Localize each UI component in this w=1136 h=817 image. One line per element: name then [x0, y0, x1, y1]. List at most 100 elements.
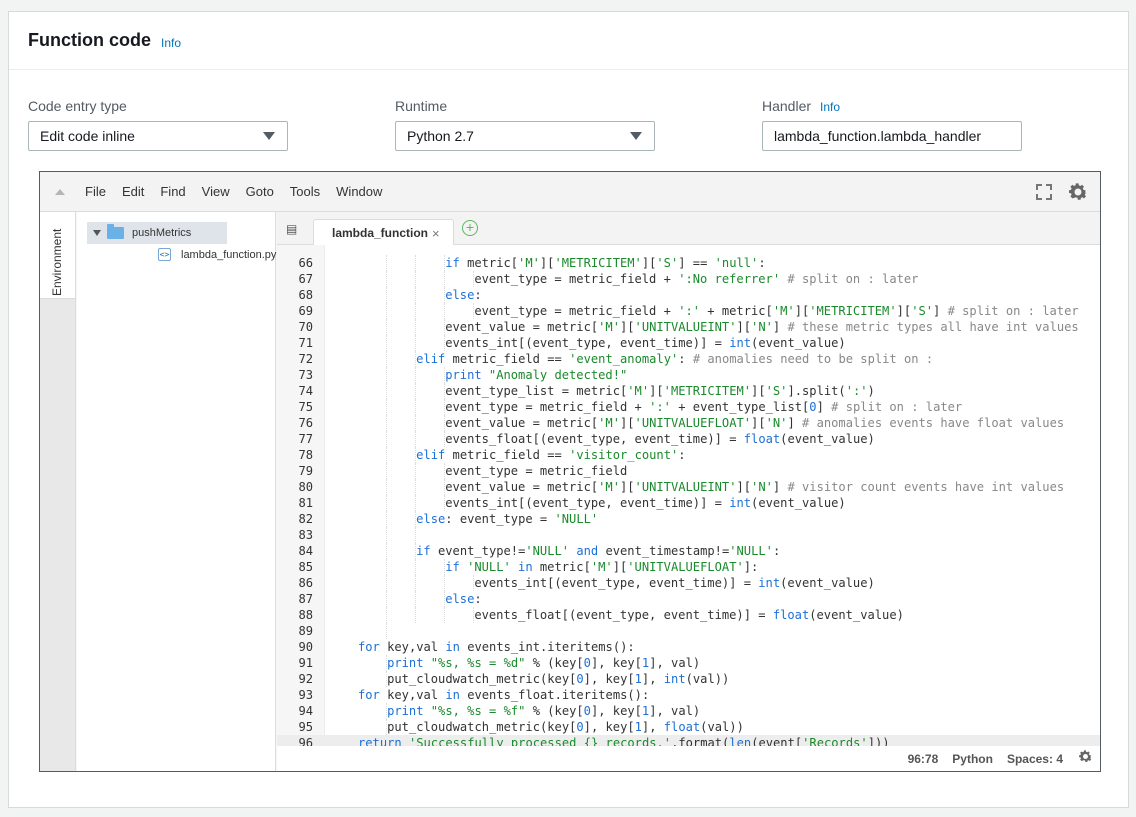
indent-guide [386, 607, 388, 623]
code-text: events_float[(event_type, event_time)] =… [445, 432, 875, 446]
code-line[interactable]: 72 elif metric_field == 'event_anomaly': … [277, 351, 1100, 367]
menu-file[interactable]: File [85, 184, 106, 199]
tab-lambda-function[interactable]: lambda_function × [313, 219, 454, 246]
code-line[interactable]: 89 [277, 623, 1100, 639]
code-text: print "Anomaly detected!" [445, 368, 628, 382]
environment-tab[interactable]: Environment [40, 212, 76, 299]
indent-guide [386, 271, 388, 287]
code-line[interactable]: 77 events_float[(event_type, event_time)]… [277, 431, 1100, 447]
indent-guide [415, 335, 417, 351]
menu-edit[interactable]: Edit [122, 184, 144, 199]
line-number: 69 [298, 304, 313, 318]
panel-header: Function code Info [9, 12, 1128, 70]
add-tab-icon[interactable]: + [462, 220, 478, 236]
gear-icon[interactable] [1066, 180, 1090, 209]
code-line[interactable]: 66 if metric['M']['METRICITEM']['S'] == '… [277, 255, 1100, 271]
code-text: else: event_type = 'NULL' [416, 512, 599, 526]
code-line[interactable]: 81 events_int[(event_type, event_time)] =… [277, 495, 1100, 511]
handler-label-row: Handler Info [762, 98, 1022, 114]
indent-setting[interactable]: Spaces: 4 [1007, 752, 1063, 766]
code-line[interactable]: 75 event_type = metric_field + ':' + even… [277, 399, 1100, 415]
code-entry-type-select[interactable]: Edit code inline [28, 121, 288, 151]
code-line[interactable]: 68 else: [277, 287, 1100, 303]
menu-window[interactable]: Window [336, 184, 382, 199]
code-text: events_int[(event_type, event_time)] = i… [445, 336, 846, 350]
tree-folder-pushmetrics[interactable]: pushMetrics [87, 222, 227, 244]
code-text: put_cloudwatch_metric(key[0], key[1], fl… [387, 720, 744, 734]
runtime-select[interactable]: Python 2.7 [395, 121, 655, 151]
handler-input[interactable]: lambda_function.lambda_handler [762, 121, 1022, 151]
code-line[interactable]: 95 put_cloudwatch_metric(key[0], key[1], … [277, 719, 1100, 735]
code-editor[interactable]: 66 if metric['M']['METRICITEM']['S'] == '… [277, 245, 1100, 771]
indent-guide [415, 303, 417, 319]
indent-guide [415, 399, 417, 415]
close-icon[interactable]: × [432, 226, 440, 241]
code-line[interactable]: 94 print "%s, %s = %f" % (key[0], key[1],… [277, 703, 1100, 719]
tab-list-icon[interactable]: ▤ [286, 222, 297, 236]
gear-icon[interactable] [1077, 748, 1094, 770]
code-text: events_int[(event_type, event_time)] = i… [474, 576, 875, 590]
line-number: 86 [298, 576, 313, 590]
code-line[interactable]: 87 else: [277, 591, 1100, 607]
indent-guide [444, 303, 446, 319]
indent-guide [386, 623, 388, 639]
code-entry-type-field: Code entry type Edit code inline [28, 98, 288, 151]
info-link[interactable]: Info [161, 36, 181, 50]
runtime-label: Runtime [395, 98, 448, 114]
code-lines: 66 if metric['M']['METRICITEM']['S'] == '… [277, 255, 1100, 751]
tree-file-lambda-function[interactable]: <> lambda_function.py [158, 248, 276, 261]
code-line[interactable]: 74 event_type_list = metric['M']['METRICI… [277, 383, 1100, 399]
indent-guide [444, 271, 446, 287]
code-line[interactable]: 76 event_value = metric['M']['UNITVALUEFL… [277, 415, 1100, 431]
indent-guide [386, 575, 388, 591]
expand-arrow-icon[interactable] [93, 230, 101, 236]
line-number: 92 [298, 672, 313, 686]
code-text: else: [445, 288, 482, 302]
indent-guide [415, 591, 417, 607]
panel-title: Function code [28, 30, 151, 50]
code-line[interactable]: 85 if 'NULL' in metric['M']['UNITVALUEFLO… [277, 559, 1100, 575]
code-line[interactable]: 67 event_type = metric_field + ':No refer… [277, 271, 1100, 287]
line-number: 71 [298, 336, 313, 350]
code-line[interactable]: 70 event_value = metric['M']['UNITVALUEIN… [277, 319, 1100, 335]
code-line[interactable]: 90 for key,val in events_int.iteritems(): [277, 639, 1100, 655]
code-text: event_type = metric_field + ':No referre… [474, 272, 919, 286]
code-line[interactable]: 69 event_type = metric_field + ':' + metr… [277, 303, 1100, 319]
code-text: event_type = metric_field + ':' + metric… [474, 304, 1079, 318]
menu-tools[interactable]: Tools [290, 184, 320, 199]
indent-guide [415, 287, 417, 303]
menu-view[interactable]: View [202, 184, 230, 199]
code-line[interactable]: 71 events_int[(event_type, event_time)] =… [277, 335, 1100, 351]
code-line[interactable]: 73 print "Anomaly detected!" [277, 367, 1100, 383]
indent-guide [386, 495, 388, 511]
code-line[interactable]: 82 else: event_type = 'NULL' [277, 511, 1100, 527]
language-mode[interactable]: Python [952, 752, 993, 766]
menu-find[interactable]: Find [160, 184, 185, 199]
handler-label: Handler [762, 98, 812, 114]
collapse-icon[interactable] [55, 188, 65, 195]
code-line[interactable]: 86 events_int[(event_type, event_time)] =… [277, 575, 1100, 591]
code-text: event_value = metric['M']['UNITVALUEINT'… [445, 480, 1065, 494]
indent-guide [415, 383, 417, 399]
indent-guide [386, 383, 388, 399]
indent-guide [415, 431, 417, 447]
code-line[interactable]: 78 elif metric_field == 'visitor_count': [277, 447, 1100, 463]
fullscreen-icon[interactable] [1036, 184, 1052, 205]
handler-info-link[interactable]: Info [820, 100, 840, 114]
indent-guide [386, 287, 388, 303]
indent-guide [386, 463, 388, 479]
code-line[interactable]: 88 events_float[(event_type, event_time)]… [277, 607, 1100, 623]
menu-goto[interactable]: Goto [246, 184, 274, 199]
indent-guide [386, 399, 388, 415]
code-line[interactable]: 84 if event_type!='NULL' and event_timest… [277, 543, 1100, 559]
code-line[interactable]: 79 event_type = metric_field [277, 463, 1100, 479]
code-line[interactable]: 83 [277, 527, 1100, 543]
line-number: 80 [298, 480, 313, 494]
line-number: 85 [298, 560, 313, 574]
code-line[interactable]: 92 put_cloudwatch_metric(key[0], key[1], … [277, 671, 1100, 687]
line-number: 95 [298, 720, 313, 734]
code-line[interactable]: 80 event_value = metric['M']['UNITVALUEIN… [277, 479, 1100, 495]
code-line[interactable]: 93 for key,val in events_float.iteritems(… [277, 687, 1100, 703]
code-line[interactable]: 91 print "%s, %s = %d" % (key[0], key[1],… [277, 655, 1100, 671]
indent-guide [415, 479, 417, 495]
